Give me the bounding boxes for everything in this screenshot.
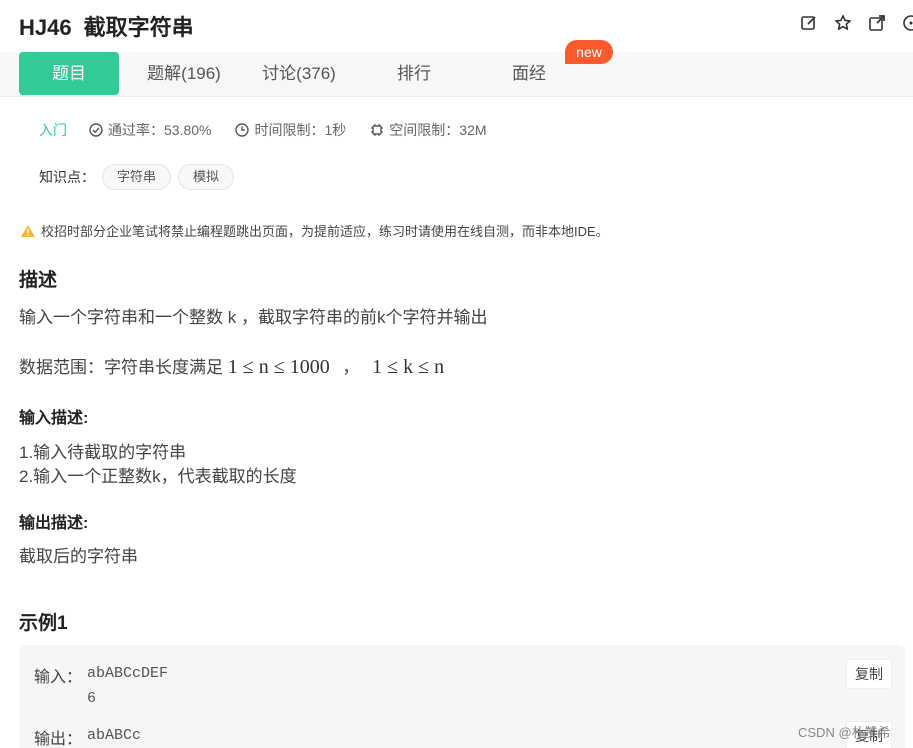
example-output-label: 输出：	[34, 731, 83, 748]
description-heading: 描述	[19, 270, 58, 291]
tab-discussion[interactable]: 讨论(376)	[248, 52, 350, 95]
tag-simulation[interactable]: 模拟	[178, 164, 235, 190]
watermark: CSDN @朴赞希	[798, 725, 891, 740]
star-icon[interactable]	[834, 14, 852, 32]
tag-string[interactable]: 字符串	[102, 164, 172, 190]
warning-icon	[21, 224, 35, 237]
tab-ranking[interactable]: 排行	[374, 52, 454, 95]
range-math-n: 1 ≤ n ≤ 1000	[227, 356, 330, 378]
tab-solutions[interactable]: 题解(196)	[130, 52, 238, 95]
example-heading: 示例1	[19, 613, 68, 634]
range-math-k: 1 ≤ k ≤ n	[372, 356, 445, 378]
copy-input-button[interactable]: 复制	[846, 659, 892, 689]
data-range: 数据范围：字符串长度满足 1 ≤ n ≤ 1000 ， 1 ≤ k ≤ n	[19, 356, 445, 378]
problem-title: 截取字符串	[83, 15, 194, 40]
clock-icon	[235, 123, 250, 137]
example-input-line-2: 6	[87, 690, 97, 707]
more-icon[interactable]	[902, 14, 913, 32]
external-link-icon[interactable]	[868, 14, 886, 32]
new-badge: new	[565, 40, 613, 64]
edit-icon[interactable]	[800, 14, 818, 32]
description-text: 输入一个字符串和一个整数 k ，截取字符串的前k个字符并输出	[19, 308, 488, 327]
example-output-value: abABCc	[87, 727, 142, 744]
tab-problem[interactable]: 题目	[19, 52, 119, 95]
example-input-label: 输入：	[34, 669, 83, 686]
input-desc-line-2: 2.输入一个正整数k，代表截取的长度	[19, 467, 297, 486]
page-title: HJ46 截取字符串	[19, 8, 194, 44]
knowledge-label: 知识点：	[39, 169, 95, 185]
tab-interview[interactable]: 面经	[489, 52, 569, 95]
example-box: 输入： abABCcDEF 6 复制 输出： abABCc 复制	[19, 645, 905, 748]
problem-meta: 入门 通过率：53.80% 时间限制：1秒 空间限制：32M	[39, 120, 511, 140]
pass-rate: 通过率：53.80%	[89, 120, 211, 140]
input-desc-line-1: 1.输入待截取的字符串	[19, 443, 187, 462]
problem-page: HJ46 截取字符串 题目 题解(196) 讨论(376) 排行 面经 new 入…	[0, 0, 913, 748]
difficulty-level: 入门	[39, 122, 67, 138]
exam-notice: 校招时部分企业笔试将禁止编程题跳出页面，为提前适应，练习时请使用在线自测，而非本…	[20, 221, 609, 240]
space-limit: 空间限制：32M	[370, 120, 487, 140]
chip-icon	[371, 124, 384, 136]
knowledge-points: 知识点： 字符串 模拟	[39, 164, 235, 190]
problem-tabs: 题目 题解(196) 讨论(376) 排行 面经	[0, 52, 913, 97]
header-actions	[800, 14, 913, 32]
problem-code: HJ46	[19, 15, 72, 40]
example-input-line-1: abABCcDEF	[87, 665, 169, 682]
input-desc-heading: 输入描述:	[19, 410, 89, 427]
output-desc-text: 截取后的字符串	[19, 547, 138, 566]
time-limit: 时间限制：1秒	[235, 120, 346, 140]
check-circle-icon	[89, 123, 103, 137]
output-desc-heading: 输出描述:	[19, 515, 89, 532]
